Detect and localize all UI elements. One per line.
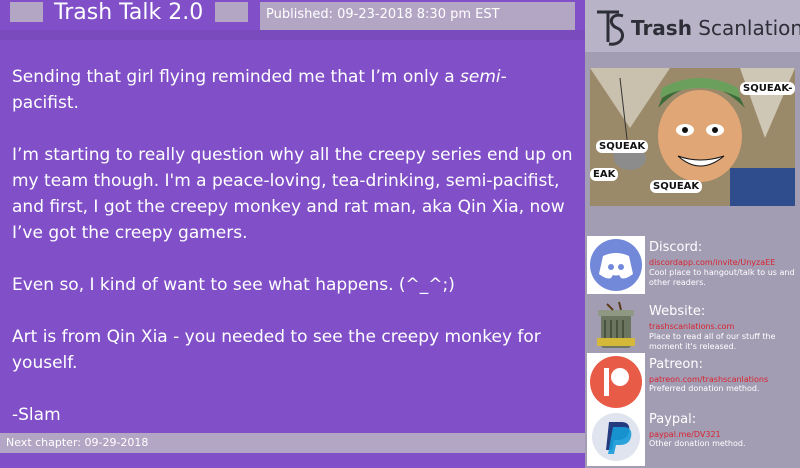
left-panel: Trash Talk 2.0 Published: 09-23-2018 8:3… [0, 0, 585, 468]
post-body: Sending that girl flying reminded me tha… [0, 50, 585, 435]
contact-link[interactable]: trashscanlations.com [649, 322, 734, 331]
contact-link[interactable]: paypal.me/DV321 [649, 430, 721, 439]
contact-label: Website: [649, 304, 706, 319]
published-date: Published: 09-23-2018 8:30 pm EST [266, 7, 500, 22]
paragraph-1: Sending that girl flying reminded me tha… [12, 64, 573, 116]
sfx-text: SQUEAK- [740, 82, 795, 95]
contact-link[interactable]: discordapp.com/invite/UnyzaEE [649, 258, 775, 267]
contact-label: Discord: [649, 240, 703, 255]
paragraph-2: I’m starting to really question why all … [12, 145, 573, 243]
page-title: Trash Talk 2.0 [54, 0, 204, 25]
contact-link[interactable]: patreon.com/trashscanlations [649, 375, 768, 384]
paragraph-4: Art is from Qin Xia - you needed to see … [12, 327, 541, 373]
sfx-text: SQUEAK [650, 180, 703, 193]
sfx-text: SQUEAK [596, 140, 649, 153]
discord-icon [587, 236, 645, 294]
sidebar: Trash Scanlations SQUEAK- SQUEAK SQUEAK … [585, 0, 800, 468]
contact-label: Patreon: [649, 357, 703, 372]
paypal-icon [587, 408, 645, 466]
header-decor-square-right [215, 2, 248, 22]
header-bar: Trash Talk 2.0 Published: 09-23-2018 8:3… [0, 0, 585, 40]
paragraph-1-start: Sending that girl flying reminded me tha… [12, 67, 461, 87]
manga-art-panel: SQUEAK- SQUEAK SQUEAK EAK [590, 68, 795, 206]
header-decor-square-left [10, 2, 43, 22]
contact-description: Preferred donation method. [649, 384, 760, 393]
trash-can-mascot-icon [587, 300, 645, 358]
logo-text-rest: Scanlations [698, 16, 800, 40]
trash-scanlations-logo-icon [597, 10, 625, 46]
paragraph-1-emphasis: semi [460, 67, 501, 87]
contact-label: Paypal: [649, 412, 697, 427]
contact-description: Cool place to hangout/talk to us and oth… [649, 268, 795, 287]
patreon-icon [587, 353, 645, 411]
published-box: Published: 09-23-2018 8:30 pm EST [260, 2, 575, 30]
sfx-text: EAK [590, 168, 619, 181]
logo-text-bold: Trash [631, 16, 692, 40]
contact-paypal[interactable]: Paypal: paypal.me/DV321 Other donation m… [585, 408, 800, 468]
signature: -Slam [12, 405, 61, 425]
contact-description: Other donation method. [649, 439, 746, 448]
contact-patreon[interactable]: Patreon: patreon.com/trashscanlations Pr… [585, 353, 800, 413]
footer-bar: Next chapter: 09-29-2018 [0, 433, 585, 453]
logo-text: Trash Scanlations [631, 16, 800, 40]
contact-website[interactable]: Website: trashscanlations.com Place to r… [585, 300, 800, 360]
logo-bar[interactable]: Trash Scanlations [585, 0, 800, 52]
contact-discord[interactable]: Discord: discordapp.com/invite/UnyzaEE C… [585, 236, 800, 296]
bottom-strip [0, 453, 585, 468]
header-stripe [0, 30, 585, 40]
next-chapter-date: Next chapter: 09-29-2018 [6, 436, 149, 449]
paragraph-3: Even so, I kind of want to see what happ… [12, 275, 455, 295]
contact-description: Place to read all of our stuff the momen… [649, 332, 776, 351]
